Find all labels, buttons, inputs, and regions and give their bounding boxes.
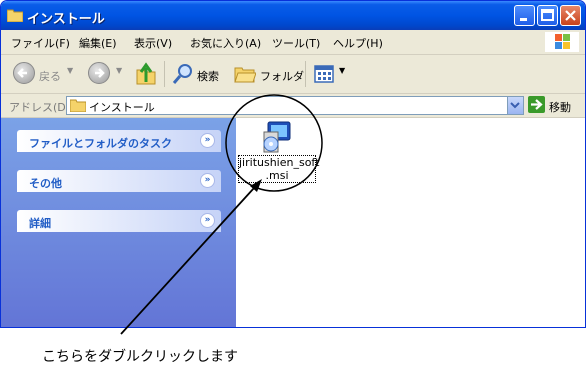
annotation-overlay <box>120 94 323 335</box>
pointer-arrow <box>120 187 255 335</box>
highlight-circle <box>225 94 323 192</box>
instruction-caption: こちらをダブルクリックします <box>42 349 238 365</box>
